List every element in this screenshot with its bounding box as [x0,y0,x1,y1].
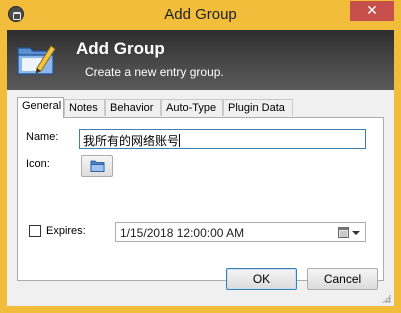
banner-subtitle: Create a new entry group. [85,65,224,79]
icon-label: Icon: [26,158,50,170]
expires-label[interactable]: Expires: [46,225,86,237]
general-tab-panel: Name: 我所有的网络账号 Icon: Expires: 1/15/2018 … [17,117,384,281]
folder-icon [90,160,105,172]
name-label: Name: [26,131,59,143]
cancel-button[interactable]: Cancel [307,268,378,290]
banner-title: Add Group [76,39,165,58]
ok-button[interactable]: OK [226,268,297,290]
expiry-date-value: 1/15/2018 12:00:00 AM [120,226,245,240]
expiry-date-picker[interactable]: 1/15/2018 12:00:00 AM [115,222,366,242]
tab-notes[interactable]: Notes [64,99,105,116]
resize-grip[interactable] [382,294,391,303]
dialog-body: Add Group Create a new entry group. Gene… [7,30,394,306]
calendar-icon[interactable] [338,227,349,238]
title-bar[interactable]: Add Group ✕ [0,0,401,30]
header-banner: Add Group Create a new entry group. [7,30,394,90]
close-button[interactable]: ✕ [350,1,394,21]
tab-behavior[interactable]: Behavior [105,99,161,116]
add-group-dialog: Add Group ✕ Add Group Create a new entry… [0,0,401,313]
expires-checkbox[interactable] [29,225,41,237]
tab-general[interactable]: General [17,97,64,118]
folder-edit-icon [17,45,56,75]
chevron-down-icon[interactable] [352,231,360,235]
icon-picker-button[interactable] [81,155,113,177]
window-title: Add Group [164,6,237,23]
tab-auto-type[interactable]: Auto-Type [161,99,223,116]
tab-plugin-data[interactable]: Plugin Data [223,99,293,116]
name-field[interactable]: 我所有的网络账号 [79,129,366,149]
text-cursor [179,134,181,147]
name-value: 我所有的网络账号 [83,134,180,148]
